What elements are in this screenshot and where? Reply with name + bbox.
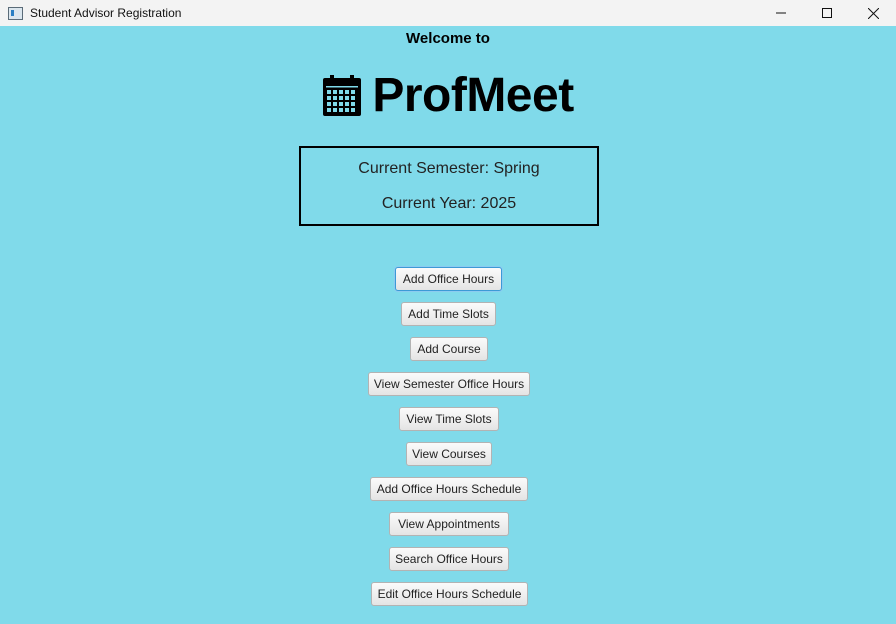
minimize-icon: [776, 12, 786, 14]
minimize-button[interactable]: [758, 0, 804, 26]
add-time-slots-button[interactable]: Add Time Slots: [401, 302, 496, 326]
view-courses-button[interactable]: View Courses: [406, 442, 492, 466]
app-name: ProfMeet: [372, 69, 574, 122]
current-semester-label: Current Semester: Spring: [358, 160, 540, 177]
search-office-hours-button[interactable]: Search Office Hours: [389, 547, 509, 571]
maximize-icon: [822, 8, 832, 18]
window-title: Student Advisor Registration: [30, 6, 182, 20]
title-bar: Student Advisor Registration: [0, 0, 896, 26]
semester-info-box: Current Semester: Spring Current Year: 2…: [299, 146, 599, 226]
view-appointments-button[interactable]: View Appointments: [389, 512, 509, 536]
main-content: Welcome to ProfMeet Current Semester: Sp…: [0, 26, 896, 624]
add-course-button[interactable]: Add Course: [410, 337, 488, 361]
add-office-hours-schedule-button[interactable]: Add Office Hours Schedule: [370, 477, 528, 501]
calendar-icon: [323, 75, 362, 116]
window-controls: [758, 0, 896, 26]
close-icon: [867, 7, 879, 19]
welcome-text: Welcome to: [406, 30, 490, 47]
app-window-icon: [8, 6, 23, 20]
view-time-slots-button[interactable]: View Time Slots: [399, 407, 499, 431]
close-button[interactable]: [850, 0, 896, 26]
edit-office-hours-schedule-button[interactable]: Edit Office Hours Schedule: [371, 582, 528, 606]
maximize-button[interactable]: [804, 0, 850, 26]
brand: ProfMeet: [0, 68, 896, 124]
current-year-label: Current Year: 2025: [381, 195, 517, 212]
add-office-hours-button[interactable]: Add Office Hours: [395, 267, 502, 291]
view-semester-office-hours-button[interactable]: View Semester Office Hours: [368, 372, 530, 396]
